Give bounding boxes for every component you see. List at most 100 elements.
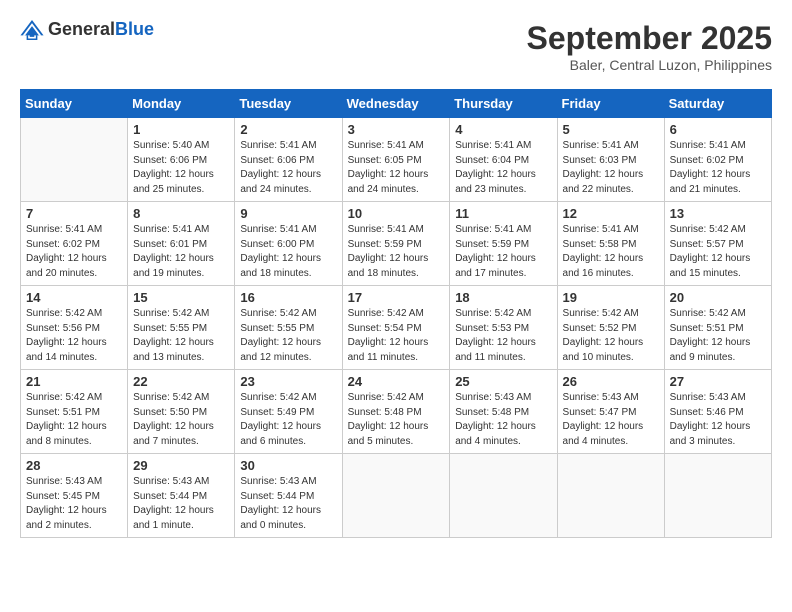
calendar-cell: 16Sunrise: 5:42 AM Sunset: 5:55 PM Dayli…: [235, 286, 342, 370]
day-info: Sunrise: 5:41 AM Sunset: 6:06 PM Dayligh…: [240, 139, 336, 197]
calendar-cell: 22 Sunrise: 5:42 AM Sunset: 5:50 PM Dayli…: [128, 370, 235, 454]
day-info: Sunrise: 5:42 AM Sunset: 5:48 PM Dayligh…: [348, 391, 445, 449]
calendar-cell: 7Sunrise: 5:41 AM Sunset: 6:02 PM Daylig…: [21, 202, 128, 286]
calendar-cell: 26 Sunrise: 5:43 AM Sunset: 5:47 PM Dayli…: [557, 370, 664, 454]
day-number: 22: [133, 374, 229, 389]
calendar-cell: 21 Sunrise: 5:42 AM Sunset: 5:51 PM Dayli…: [21, 370, 128, 454]
day-info: Sunrise: 5:41 AM Sunset: 6:05 PM Dayligh…: [348, 139, 445, 197]
day-number: 20: [670, 290, 766, 305]
day-number: 11: [455, 206, 551, 221]
weekday-header: Monday: [128, 90, 235, 118]
calendar-week-row: 7Sunrise: 5:41 AM Sunset: 6:02 PM Daylig…: [21, 202, 772, 286]
day-number: 4: [455, 122, 551, 137]
day-number: 15: [133, 290, 229, 305]
calendar-cell: 25 Sunrise: 5:43 AM Sunset: 5:48 PM Dayli…: [450, 370, 557, 454]
calendar-cell: [557, 454, 664, 538]
day-number: 16: [240, 290, 336, 305]
day-info: Sunrise: 5:42 AM Sunset: 5:51 PM Dayligh…: [26, 391, 122, 449]
day-number: 28: [26, 458, 122, 473]
calendar-cell: 10 Sunrise: 5:41 AM Sunset: 5:59 PM Dayli…: [342, 202, 450, 286]
title-area: September 2025 Baler, Central Luzon, Phi…: [527, 20, 772, 73]
calendar-cell: 18 Sunrise: 5:42 AM Sunset: 5:53 PM Dayli…: [450, 286, 557, 370]
calendar-cell: 17Sunrise: 5:42 AM Sunset: 5:54 PM Dayli…: [342, 286, 450, 370]
calendar-cell: [342, 454, 450, 538]
day-number: 26: [563, 374, 659, 389]
calendar-cell: 1Sunrise: 5:40 AM Sunset: 6:06 PM Daylig…: [128, 118, 235, 202]
day-number: 5: [563, 122, 659, 137]
day-info: Sunrise: 5:43 AM Sunset: 5:47 PM Dayligh…: [563, 391, 659, 449]
weekday-header: Saturday: [664, 90, 771, 118]
calendar-cell: 23 Sunrise: 5:42 AM Sunset: 5:49 PM Dayli…: [235, 370, 342, 454]
calendar-cell: 29 Sunrise: 5:43 AM Sunset: 5:44 PM Dayli…: [128, 454, 235, 538]
day-number: 10: [348, 206, 445, 221]
day-number: 23: [240, 374, 336, 389]
day-info: Sunrise: 5:42 AM Sunset: 5:50 PM Dayligh…: [133, 391, 229, 449]
calendar-week-row: 1Sunrise: 5:40 AM Sunset: 6:06 PM Daylig…: [21, 118, 772, 202]
day-info: Sunrise: 5:42 AM Sunset: 5:49 PM Dayligh…: [240, 391, 336, 449]
day-info: Sunrise: 5:43 AM Sunset: 5:48 PM Dayligh…: [455, 391, 551, 449]
logo-icon: [20, 20, 44, 40]
day-number: 3: [348, 122, 445, 137]
calendar-cell: 20 Sunrise: 5:42 AM Sunset: 5:51 PM Dayli…: [664, 286, 771, 370]
day-info: Sunrise: 5:40 AM Sunset: 6:06 PM Dayligh…: [133, 139, 229, 197]
calendar-cell: 3 Sunrise: 5:41 AM Sunset: 6:05 PM Daylig…: [342, 118, 450, 202]
calendar-table: SundayMondayTuesdayWednesdayThursdayFrid…: [20, 89, 772, 538]
logo-text: GeneralBlue: [48, 20, 154, 40]
day-info: Sunrise: 5:42 AM Sunset: 5:53 PM Dayligh…: [455, 307, 551, 365]
calendar-cell: 19Sunrise: 5:42 AM Sunset: 5:52 PM Dayli…: [557, 286, 664, 370]
day-number: 13: [670, 206, 766, 221]
day-info: Sunrise: 5:42 AM Sunset: 5:51 PM Dayligh…: [670, 307, 766, 365]
day-number: 14: [26, 290, 122, 305]
weekday-header: Sunday: [21, 90, 128, 118]
day-info: Sunrise: 5:43 AM Sunset: 5:44 PM Dayligh…: [133, 475, 229, 533]
day-info: Sunrise: 5:41 AM Sunset: 5:59 PM Dayligh…: [455, 223, 551, 281]
day-info: Sunrise: 5:43 AM Sunset: 5:44 PM Dayligh…: [240, 475, 336, 533]
day-info: Sunrise: 5:41 AM Sunset: 6:00 PM Dayligh…: [240, 223, 336, 281]
day-number: 21: [26, 374, 122, 389]
day-number: 17: [348, 290, 445, 305]
day-info: Sunrise: 5:42 AM Sunset: 5:57 PM Dayligh…: [670, 223, 766, 281]
calendar-cell: 5 Sunrise: 5:41 AM Sunset: 6:03 PM Daylig…: [557, 118, 664, 202]
day-info: Sunrise: 5:42 AM Sunset: 5:56 PM Dayligh…: [26, 307, 122, 365]
day-number: 29: [133, 458, 229, 473]
day-number: 27: [670, 374, 766, 389]
calendar-cell: 13 Sunrise: 5:42 AM Sunset: 5:57 PM Dayli…: [664, 202, 771, 286]
calendar-header-row: SundayMondayTuesdayWednesdayThursdayFrid…: [21, 90, 772, 118]
calendar-cell: 27 Sunrise: 5:43 AM Sunset: 5:46 PM Dayli…: [664, 370, 771, 454]
day-info: Sunrise: 5:43 AM Sunset: 5:46 PM Dayligh…: [670, 391, 766, 449]
day-number: 2: [240, 122, 336, 137]
day-number: 25: [455, 374, 551, 389]
calendar-cell: 28Sunrise: 5:43 AM Sunset: 5:45 PM Dayli…: [21, 454, 128, 538]
calendar-week-row: 14 Sunrise: 5:42 AM Sunset: 5:56 PM Dayli…: [21, 286, 772, 370]
calendar-cell: 6 Sunrise: 5:41 AM Sunset: 6:02 PM Daylig…: [664, 118, 771, 202]
month-title: September 2025: [527, 20, 772, 57]
weekday-header: Tuesday: [235, 90, 342, 118]
day-info: Sunrise: 5:41 AM Sunset: 5:58 PM Dayligh…: [563, 223, 659, 281]
calendar-cell: 2 Sunrise: 5:41 AM Sunset: 6:06 PM Daylig…: [235, 118, 342, 202]
day-info: Sunrise: 5:41 AM Sunset: 6:04 PM Dayligh…: [455, 139, 551, 197]
day-info: Sunrise: 5:42 AM Sunset: 5:55 PM Dayligh…: [133, 307, 229, 365]
day-info: Sunrise: 5:41 AM Sunset: 6:01 PM Dayligh…: [133, 223, 229, 281]
calendar-cell: 30Sunrise: 5:43 AM Sunset: 5:44 PM Dayli…: [235, 454, 342, 538]
location-title: Baler, Central Luzon, Philippines: [527, 57, 772, 73]
day-info: Sunrise: 5:41 AM Sunset: 5:59 PM Dayligh…: [348, 223, 445, 281]
day-number: 8: [133, 206, 229, 221]
logo-general: General: [48, 19, 115, 39]
day-number: 18: [455, 290, 551, 305]
page-header: GeneralBlue September 2025 Baler, Centra…: [20, 20, 772, 73]
day-info: Sunrise: 5:41 AM Sunset: 6:02 PM Dayligh…: [26, 223, 122, 281]
day-info: Sunrise: 5:41 AM Sunset: 6:02 PM Dayligh…: [670, 139, 766, 197]
calendar-cell: 9 Sunrise: 5:41 AM Sunset: 6:00 PM Daylig…: [235, 202, 342, 286]
calendar-cell: 14 Sunrise: 5:42 AM Sunset: 5:56 PM Dayli…: [21, 286, 128, 370]
logo: GeneralBlue: [20, 20, 154, 40]
calendar-cell: 12Sunrise: 5:41 AM Sunset: 5:58 PM Dayli…: [557, 202, 664, 286]
calendar-cell: [664, 454, 771, 538]
day-number: 9: [240, 206, 336, 221]
calendar-cell: 11 Sunrise: 5:41 AM Sunset: 5:59 PM Dayli…: [450, 202, 557, 286]
logo-blue: Blue: [115, 19, 154, 39]
weekday-header: Wednesday: [342, 90, 450, 118]
day-info: Sunrise: 5:41 AM Sunset: 6:03 PM Dayligh…: [563, 139, 659, 197]
weekday-header: Thursday: [450, 90, 557, 118]
weekday-header: Friday: [557, 90, 664, 118]
day-number: 6: [670, 122, 766, 137]
